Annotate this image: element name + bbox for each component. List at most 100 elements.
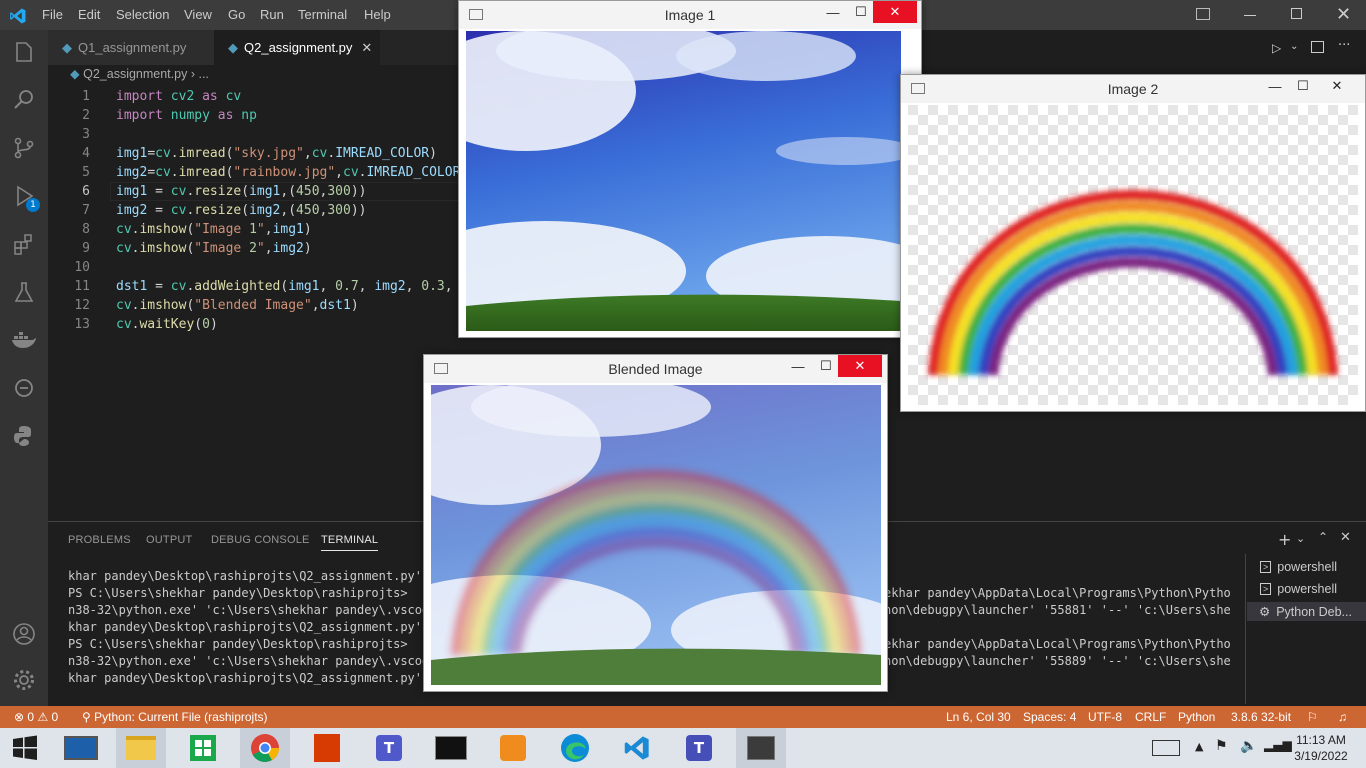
run-config-status[interactable]: ⚲ Python: Current File (rashiprojts) [82, 710, 268, 724]
search-icon[interactable] [10, 86, 38, 114]
menu-view[interactable]: View [184, 7, 212, 22]
docker-icon[interactable] [10, 326, 38, 354]
vscode-icon[interactable] [612, 728, 662, 768]
tab-debug-console[interactable]: DEBUG CONSOLE [211, 534, 310, 546]
window-titlebar[interactable]: Blended Image — ☐ ✕ [424, 355, 887, 383]
mysql-icon[interactable] [426, 728, 476, 768]
explorer-icon[interactable] [10, 38, 38, 66]
maximize-panel-icon[interactable]: ⌃ [1318, 530, 1328, 544]
show-hidden-icons[interactable]: ▲ [1195, 740, 1203, 753]
terminal-list-item[interactable]: ⚙ Python Deb... [1247, 602, 1366, 621]
tab-q1-assignment[interactable]: ◆ Q1_assignment.py [48, 30, 214, 65]
remote-icon[interactable] [10, 374, 38, 402]
line-number: 3 [82, 127, 90, 142]
office-icon[interactable] [302, 728, 352, 768]
clock[interactable]: 11:13 AM 3/19/2022 [1290, 732, 1352, 764]
chevron-down-icon[interactable]: ⌄ [1296, 532, 1305, 545]
wifi-icon[interactable]: ▂▄▆ [1264, 738, 1292, 752]
close-icon[interactable]: ✕ [838, 355, 882, 377]
python-icon[interactable] [10, 422, 38, 450]
volume-icon[interactable]: 🔈 [1240, 738, 1257, 754]
encoding[interactable]: UTF-8 [1088, 710, 1122, 724]
terminal-list-item[interactable]: > powershell [1260, 560, 1337, 574]
close-panel-icon[interactable]: ✕ [1340, 530, 1351, 545]
file-explorer-icon[interactable] [116, 728, 166, 768]
close-icon[interactable]: ✕ [873, 1, 917, 23]
python-file-icon: ◆ [70, 67, 80, 81]
line-number: 2 [82, 108, 90, 123]
python-file-icon: ◆ [228, 39, 238, 55]
menu-file[interactable]: File [42, 7, 63, 22]
code-line: cv.imshow("Image 1",img1) [116, 222, 312, 237]
terminal-line: hon\debugpy\launcher' '55881' '--' 'c:\U… [884, 603, 1231, 617]
window-titlebar[interactable]: Image 1 — ☐ ✕ [459, 1, 921, 29]
menu-terminal[interactable]: Terminal [298, 7, 347, 22]
line-number: 12 [74, 298, 90, 313]
keyboard-icon[interactable] [1152, 740, 1180, 756]
menu-help[interactable]: Help [364, 7, 391, 22]
blended-image-window[interactable]: Blended Image — ☐ ✕ [423, 354, 888, 692]
line-ending[interactable]: CRLF [1135, 710, 1166, 724]
python-interpreter[interactable]: 3.8.6 32-bit [1231, 710, 1291, 724]
window-titlebar[interactable]: Image 2 — ☐ ✕ [901, 75, 1365, 103]
tab-q2-assignment[interactable]: ◆ Q2_assignment.py ✕ [214, 30, 380, 65]
source-control-icon[interactable] [10, 134, 38, 162]
split-editor-icon[interactable] [1311, 41, 1324, 53]
python-app-icon[interactable] [736, 728, 786, 768]
image1-window[interactable]: Image 1 — ☐ ✕ [458, 0, 922, 338]
extensions-icon[interactable] [10, 230, 38, 258]
menu-go[interactable]: Go [228, 7, 245, 22]
restore-icon[interactable] [1291, 8, 1302, 19]
cursor-position[interactable]: Ln 6, Col 30 [946, 710, 1011, 724]
indentation[interactable]: Spaces: 4 [1023, 710, 1076, 724]
breadcrumb-file[interactable]: Q2_assignment.py [83, 67, 187, 81]
minimize-icon[interactable] [1244, 15, 1256, 16]
new-terminal-icon[interactable]: + [1278, 530, 1291, 549]
breadcrumb-symbols[interactable]: ... [198, 67, 208, 81]
language-mode[interactable]: Python [1178, 710, 1215, 724]
error-count: 0 [27, 710, 35, 724]
close-icon[interactable]: ✕ [1336, 4, 1351, 25]
edge-icon[interactable] [550, 728, 600, 768]
terminal-list-item[interactable]: > powershell [1260, 582, 1337, 596]
tab-label: Q2_assignment.py [244, 40, 353, 55]
blended-image [431, 385, 881, 685]
tab-output[interactable]: OUTPUT [146, 534, 192, 546]
run-dropdown-icon[interactable]: ⌄ [1290, 41, 1298, 52]
line-number: 1 [82, 89, 90, 104]
store-icon[interactable] [178, 728, 228, 768]
chrome-icon[interactable] [240, 728, 290, 768]
line-number: 11 [74, 279, 90, 294]
menu-selection[interactable]: Selection [116, 7, 169, 22]
notifications-bell-icon[interactable]: ♫ [1338, 710, 1347, 724]
menu-run[interactable]: Run [260, 7, 284, 22]
tab-terminal[interactable]: TERMINAL [321, 534, 379, 551]
vscode-logo-icon [10, 8, 26, 24]
network-flag-icon[interactable]: ⚑ [1215, 738, 1228, 754]
layout-icon[interactable] [1196, 8, 1210, 20]
feedback-icon[interactable]: ⚐ [1307, 710, 1318, 724]
problems-status[interactable]: ⊗ 0 ⚠ 0 [14, 710, 58, 724]
teams-icon[interactable]: T [364, 728, 414, 768]
editor-tabs: ◆ Q1_assignment.py ◆ Q2_assignment.py ✕ [48, 30, 460, 65]
run-debug-icon[interactable]: 1 [10, 182, 40, 212]
menu-edit[interactable]: Edit [78, 7, 100, 22]
close-tab-icon[interactable]: ✕ [361, 40, 372, 56]
settings-gear-icon[interactable] [10, 666, 38, 694]
accounts-icon[interactable] [10, 620, 38, 648]
terminal-line: khar pandey\Desktop\rashiprojts\Q2_assig… [68, 569, 423, 583]
run-file-icon[interactable]: ▷ [1272, 41, 1281, 55]
code-line: cv.waitKey(0) [116, 317, 218, 332]
close-icon[interactable]: ✕ [1315, 75, 1359, 97]
sky-image [466, 31, 901, 331]
image2-window[interactable]: Image 2 — ☐ ✕ [900, 74, 1366, 412]
media-player-icon[interactable] [488, 728, 538, 768]
status-bar: ⊗ 0 ⚠ 0 ⚲ Python: Current File (rashipro… [0, 706, 1366, 728]
start-button[interactable] [0, 728, 50, 768]
testing-icon[interactable] [10, 278, 38, 306]
teams-work-icon[interactable]: T [674, 728, 724, 768]
lenovo-icon[interactable] [56, 728, 106, 768]
python-file-icon: ◆ [62, 39, 72, 55]
tab-problems[interactable]: PROBLEMS [68, 534, 131, 546]
more-actions-icon[interactable]: ··· [1338, 38, 1350, 53]
